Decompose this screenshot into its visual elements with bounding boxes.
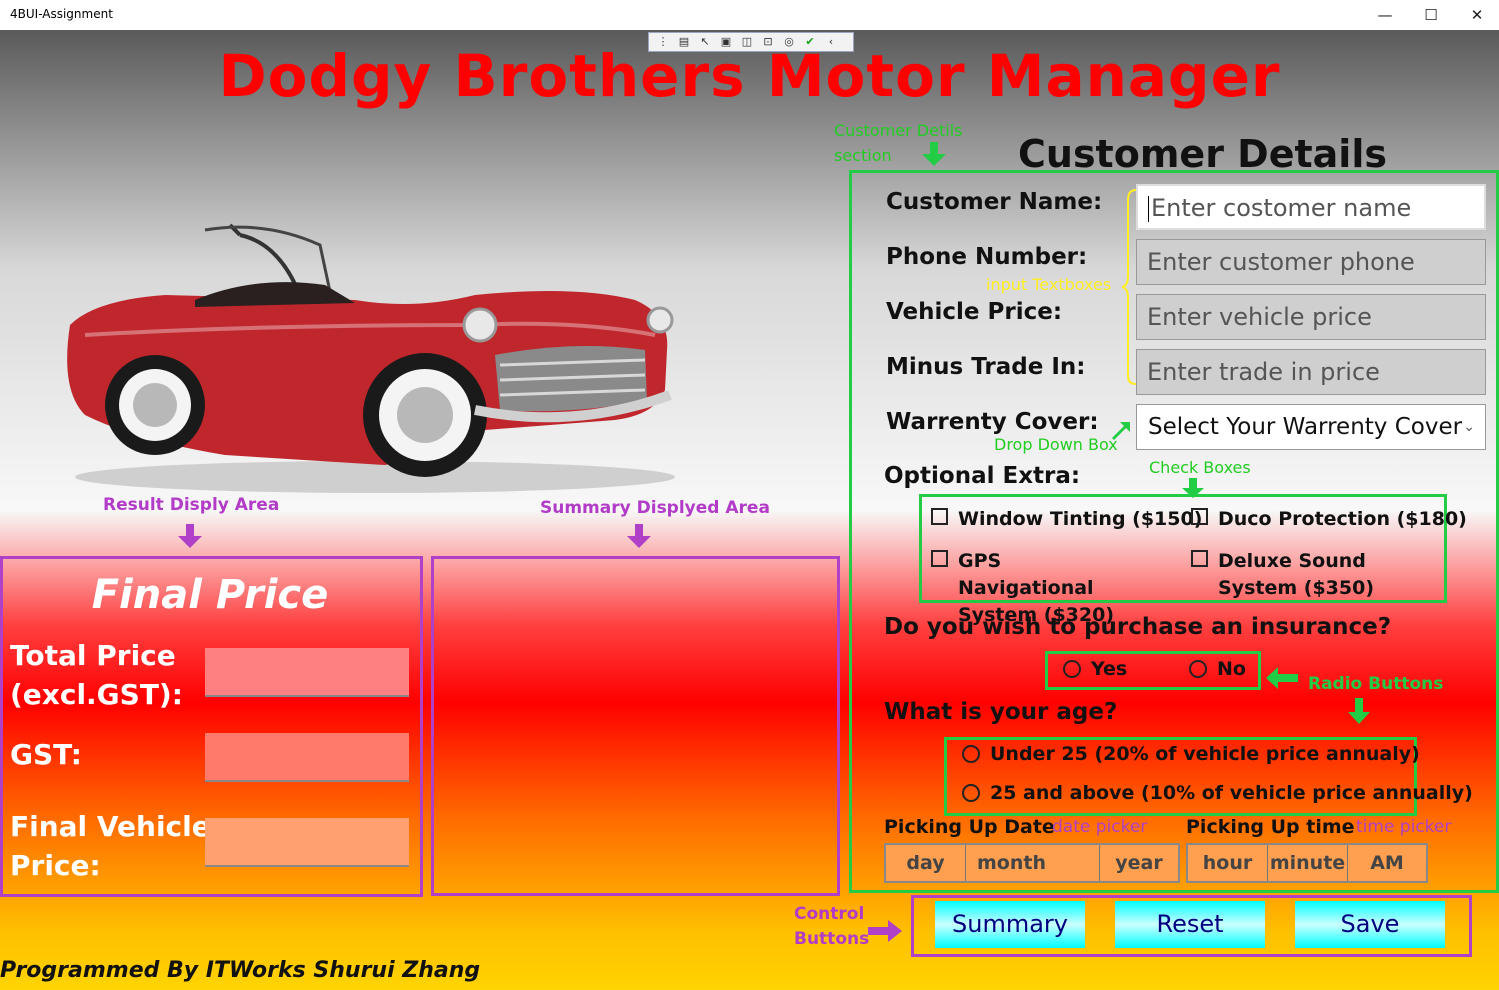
checkbox-icon[interactable] (931, 508, 948, 525)
total-price-output (205, 648, 409, 697)
minimize-button[interactable]: — (1362, 0, 1408, 30)
time-picker-annotation: time picker (1356, 817, 1452, 837)
date-month-segment[interactable]: month (966, 845, 1100, 881)
customer-section-arrow-icon (922, 142, 946, 166)
time-ampm-segment[interactable]: AM (1348, 845, 1426, 881)
window-titlebar: 4BUI-Assignment — ☐ ✕ (0, 0, 1499, 30)
dropdown-annotation: Drop Down Box (994, 435, 1118, 454)
footer-credit: Programmed By ITWorks Shurui Zhang (0, 958, 481, 983)
close-button[interactable]: ✕ (1454, 0, 1499, 30)
pickup-time-label: Picking Up time (1186, 816, 1355, 838)
control-buttons-annotation: Control Buttons (794, 904, 870, 949)
summary-display-area (431, 556, 840, 896)
summary-area-annotation: Summary Displyed Area (540, 498, 770, 518)
time-minute-segment[interactable]: minute (1268, 845, 1348, 881)
date-year-segment[interactable]: year (1100, 845, 1178, 881)
checkbox-icon[interactable] (1191, 508, 1208, 525)
result-area-arrow-icon (178, 524, 202, 548)
radio-icon[interactable] (1063, 660, 1081, 678)
age-question: What is your age? (884, 699, 1118, 725)
final-vehicle-price-label: Final Vehicle Price: (10, 810, 211, 882)
checkbox-icon[interactable] (1191, 550, 1208, 567)
vehicle-price-input[interactable]: Enter vehicle price (1136, 294, 1486, 340)
input-textboxes-annotation: input Textboxes (986, 275, 1112, 294)
check-boxes-annotation: Check Boxes (1149, 458, 1251, 477)
pickup-date-picker[interactable]: day month year (884, 843, 1180, 883)
radio-icon[interactable] (962, 784, 980, 802)
date-picker-annotation: date picker (1052, 817, 1148, 837)
save-button[interactable]: Save (1295, 901, 1445, 948)
checkbox-icon[interactable] (931, 550, 948, 567)
chevron-down-icon: ⌄ (1463, 419, 1475, 435)
total-price-label: Total Price (excl.GST): (10, 639, 183, 711)
age-under-25-radio[interactable]: Under 25 (20% of vehicle price annualy) (962, 743, 1420, 765)
radio-buttons-arrow-icon (1266, 667, 1298, 689)
pickup-date-label: Picking Up Date (884, 816, 1055, 838)
reset-button[interactable]: Reset (1115, 901, 1265, 948)
insurance-no-radio[interactable]: No (1189, 658, 1246, 680)
age-25-above-radio[interactable]: 25 and above (10% of vehicle price annua… (962, 782, 1473, 804)
optional-extra-label: Optional Extra: (884, 463, 1081, 489)
app-title: Dodgy Brothers Motor Manager (218, 42, 1281, 110)
date-day-segment[interactable]: day (886, 845, 966, 881)
customer-phone-input[interactable]: Enter customer phone (1136, 239, 1486, 285)
window-title: 4BUI-Assignment (10, 7, 113, 21)
radio-buttons-down-arrow-icon (1348, 698, 1370, 724)
summary-button[interactable]: Summary (935, 901, 1085, 948)
final-vehicle-price-output (205, 818, 409, 867)
summary-area-arrow-icon (627, 524, 651, 548)
maximize-button[interactable]: ☐ (1408, 0, 1454, 30)
extra-duco-protection[interactable]: Duco Protection ($180) (1191, 506, 1467, 533)
warranty-dropdown[interactable]: Select Your Warrenty Cover ⌄ (1136, 404, 1486, 450)
trade-in-label: Minus Trade In: (886, 354, 1086, 380)
time-hour-segment[interactable]: hour (1188, 845, 1268, 881)
radio-icon[interactable] (962, 745, 980, 763)
insurance-question: Do you wish to purchase an insurance? (884, 614, 1392, 640)
radio-icon[interactable] (1189, 660, 1207, 678)
customer-name-label: Customer Name: (886, 189, 1103, 215)
final-price-title: Final Price (91, 572, 329, 618)
radio-buttons-annotation: Radio Buttons (1308, 674, 1444, 694)
car-image (67, 223, 675, 493)
gst-output (205, 733, 409, 782)
text-caret (1148, 196, 1149, 222)
insurance-yes-radio[interactable]: Yes (1063, 658, 1127, 680)
vehicle-price-label: Vehicle Price: (886, 299, 1063, 325)
result-area-annotation: Result Disply Area (103, 495, 280, 515)
warranty-cover-label: Warrenty Cover: (886, 409, 1099, 435)
extra-deluxe-sound[interactable]: Deluxe Sound System ($350) (1191, 548, 1431, 602)
extra-window-tinting[interactable]: Window Tinting ($150) (931, 506, 1202, 533)
phone-number-label: Phone Number: (886, 244, 1088, 270)
textbox-brace-icon (1122, 189, 1137, 385)
trade-in-input[interactable]: Enter trade in price (1136, 349, 1486, 395)
customer-name-input[interactable]: Enter costomer name (1136, 184, 1486, 230)
pickup-time-picker[interactable]: hour minute AM (1186, 843, 1428, 883)
gst-label: GST: (10, 738, 82, 771)
control-buttons-arrow-icon (868, 920, 902, 942)
